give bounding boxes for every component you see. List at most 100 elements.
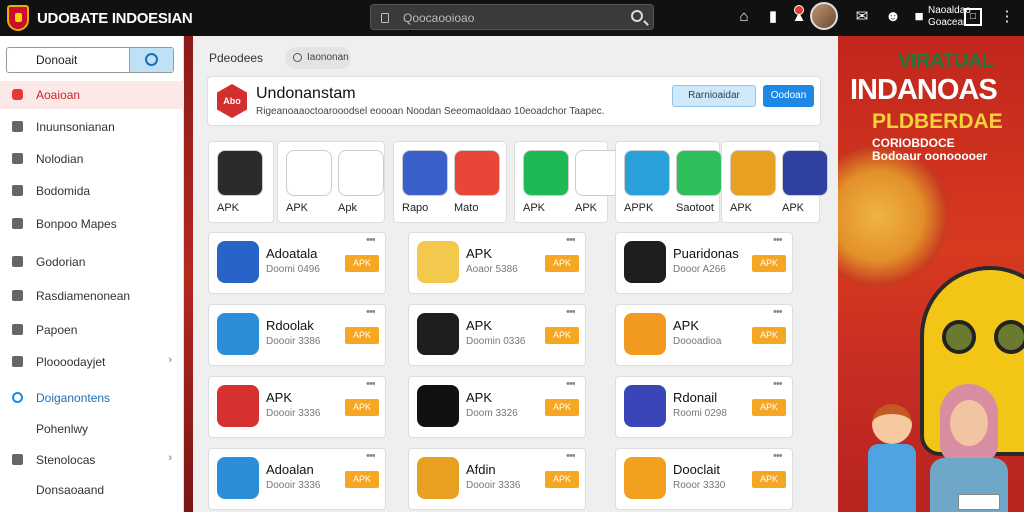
hero-secondary-button[interactable]: Rarnioaidar [672, 85, 756, 107]
ad-subtext: CORIOBDOCE Bodoaur oonooooer [872, 137, 987, 163]
download-apk-button[interactable]: APK [345, 399, 379, 416]
download-apk-button[interactable]: APK [752, 327, 786, 344]
app-name: APK [466, 318, 493, 333]
more-options-icon[interactable]: ••• [366, 450, 376, 462]
chevron-right-icon[interactable]: › [168, 354, 172, 366]
more-options-icon[interactable]: ••• [773, 450, 783, 462]
breadcrumb[interactable]: Pdeodees [209, 51, 263, 65]
sidebar-item-10[interactable]: Doiganontens [0, 384, 184, 412]
app-card[interactable]: APK Doom 3326 APK ••• [408, 376, 586, 438]
sidebar-item-1[interactable]: Aoaioan [0, 81, 184, 109]
sidebar-search-button[interactable] [129, 48, 173, 72]
sidebar-item-12[interactable]: Stenolocas › [0, 446, 184, 474]
more-options-icon[interactable]: ••• [366, 234, 376, 246]
download-apk-button[interactable]: APK [545, 255, 579, 272]
download-apk-button[interactable]: APK [545, 399, 579, 416]
sidebar-item-11[interactable]: Pohenlwy [0, 415, 184, 443]
app-card[interactable]: APK Aoaor 5386 APK ••• [408, 232, 586, 294]
sidebar-item-7[interactable]: Rasdiamenonean [0, 282, 184, 310]
app-card[interactable]: Adoalan Doooir 3336 APK ••• [208, 448, 386, 510]
featured-app-label: APK [217, 202, 240, 214]
app-card[interactable]: Adoatala Doomi 0496 APK ••• [208, 232, 386, 294]
game-icon[interactable]: ☻ [884, 8, 902, 26]
more-options-icon[interactable]: ••• [566, 306, 576, 318]
featured-app-label: APK [575, 202, 598, 214]
app-card[interactable]: Dooclait Rooor 3330 APK ••• [615, 448, 793, 510]
filter-chip[interactable]: Iaononan [285, 47, 351, 69]
hero-primary-button[interactable]: Oodoan [763, 85, 814, 107]
sidebar-item-4[interactable]: Bodomida [0, 177, 184, 205]
more-options-icon[interactable]: ••• [566, 378, 576, 390]
sidebar-item-13[interactable]: Donsaoaand [0, 476, 184, 504]
app-name: Adoalan [266, 462, 314, 477]
app-icon [782, 150, 828, 196]
download-apk-button[interactable]: APK [752, 399, 786, 416]
cart-icon[interactable]: ■ [910, 8, 928, 26]
phone-icon[interactable]: ▮ [764, 8, 782, 26]
app-card[interactable]: APK Doomin 0336 APK ••• [408, 304, 586, 366]
download-apk-button[interactable]: APK [345, 327, 379, 344]
sidebar-search-input[interactable]: Donoait [36, 53, 77, 67]
search-input[interactable]: Qoocaooioao [403, 11, 474, 25]
app-card[interactable]: Puaridonas Dooor A266 APK ••• [615, 232, 793, 294]
download-apk-button[interactable]: APK [752, 471, 786, 488]
download-apk-button[interactable]: APK [545, 327, 579, 344]
more-options-icon[interactable]: ••• [366, 306, 376, 318]
sidebar-item-9[interactable]: Ploooodayjet › [0, 348, 184, 376]
brand-logo[interactable] [7, 5, 29, 31]
sidebar-item-label: Bonpoo Mapes [36, 217, 117, 231]
app-card[interactable]: Rdoolak Doooir 3386 APK ••• [208, 304, 386, 366]
user-icon [12, 324, 23, 335]
download-apk-button[interactable]: APK [752, 255, 786, 272]
app-name: APK [673, 318, 700, 333]
app-icon [624, 241, 666, 283]
menu-icon[interactable]: ⋮ [998, 8, 1016, 26]
hero-description: Rigeanoaaoctoarooodsel eoooan Noodan See… [256, 106, 605, 117]
app-icon [624, 385, 666, 427]
ad-controls[interactable] [958, 494, 1000, 510]
advertisement-panel[interactable]: VIRATUAL INDANOAS PLDBERDAE CORIOBDOCE B… [838, 36, 1024, 512]
ad-child-illustration [868, 404, 916, 512]
ad-decoration [838, 146, 948, 286]
main-content: Pdeodees Iaononan Abo Undonanstam Rigean… [193, 36, 838, 512]
sidebar-search[interactable]: Donoait [6, 47, 174, 73]
chevron-right-icon[interactable]: › [168, 452, 172, 464]
sidebar-item-3[interactable]: Nolodian [0, 145, 184, 173]
sidebar-item-2[interactable]: Inuunsonianan [0, 113, 184, 141]
app-card[interactable]: APK Doooir 3336 APK ••• [208, 376, 386, 438]
more-options-icon[interactable]: ••• [566, 450, 576, 462]
featured-app-group: APK [208, 141, 274, 223]
app-card[interactable]: APK Doooadioa APK ••• [615, 304, 793, 366]
decorative-border [184, 36, 193, 512]
more-options-icon[interactable]: ••• [566, 234, 576, 246]
search-icon[interactable] [631, 10, 643, 22]
sidebar-item-8[interactable]: Papoen [0, 316, 184, 344]
more-options-icon[interactable]: ••• [773, 306, 783, 318]
download-apk-button[interactable]: APK [545, 471, 579, 488]
more-options-icon[interactable]: ••• [773, 234, 783, 246]
sidebar-item-5[interactable]: Bonpoo Mapes [0, 210, 184, 238]
chat-icon[interactable]: ✉ [853, 8, 871, 26]
app-name: Rdonail [673, 390, 718, 405]
download-apk-button[interactable]: APK [345, 255, 379, 272]
featured-app-label: Apk [338, 202, 357, 214]
app-name: APK [466, 246, 493, 261]
search-bar[interactable]: Qoocaooioao [370, 4, 654, 30]
sidebar-item-6[interactable]: Godorian [0, 248, 184, 276]
more-options-icon[interactable]: ••• [366, 378, 376, 390]
app-meta: Doooir 3386 [266, 336, 321, 347]
settings-icon[interactable]: □ [964, 8, 982, 26]
featured-app-label: APK [730, 202, 753, 214]
home-icon[interactable]: ⌂ [735, 8, 753, 26]
more-options-icon[interactable]: ••• [773, 378, 783, 390]
robot-eye [994, 320, 1024, 354]
app-card[interactable]: Rdonail Roomi 0298 APK ••• [615, 376, 793, 438]
download-apk-button[interactable]: APK [345, 471, 379, 488]
app-card[interactable]: Afdin Doooir 3336 APK ••• [408, 448, 586, 510]
sidebar-item-label: Papoen [36, 323, 78, 337]
avatar[interactable] [810, 2, 838, 30]
home-icon [12, 256, 23, 267]
app-meta: Rooor 3330 [673, 480, 726, 491]
brand-name[interactable]: UDOBATE INDOESIAN [37, 10, 193, 27]
app-meta: Aoaor 5386 [466, 264, 518, 275]
